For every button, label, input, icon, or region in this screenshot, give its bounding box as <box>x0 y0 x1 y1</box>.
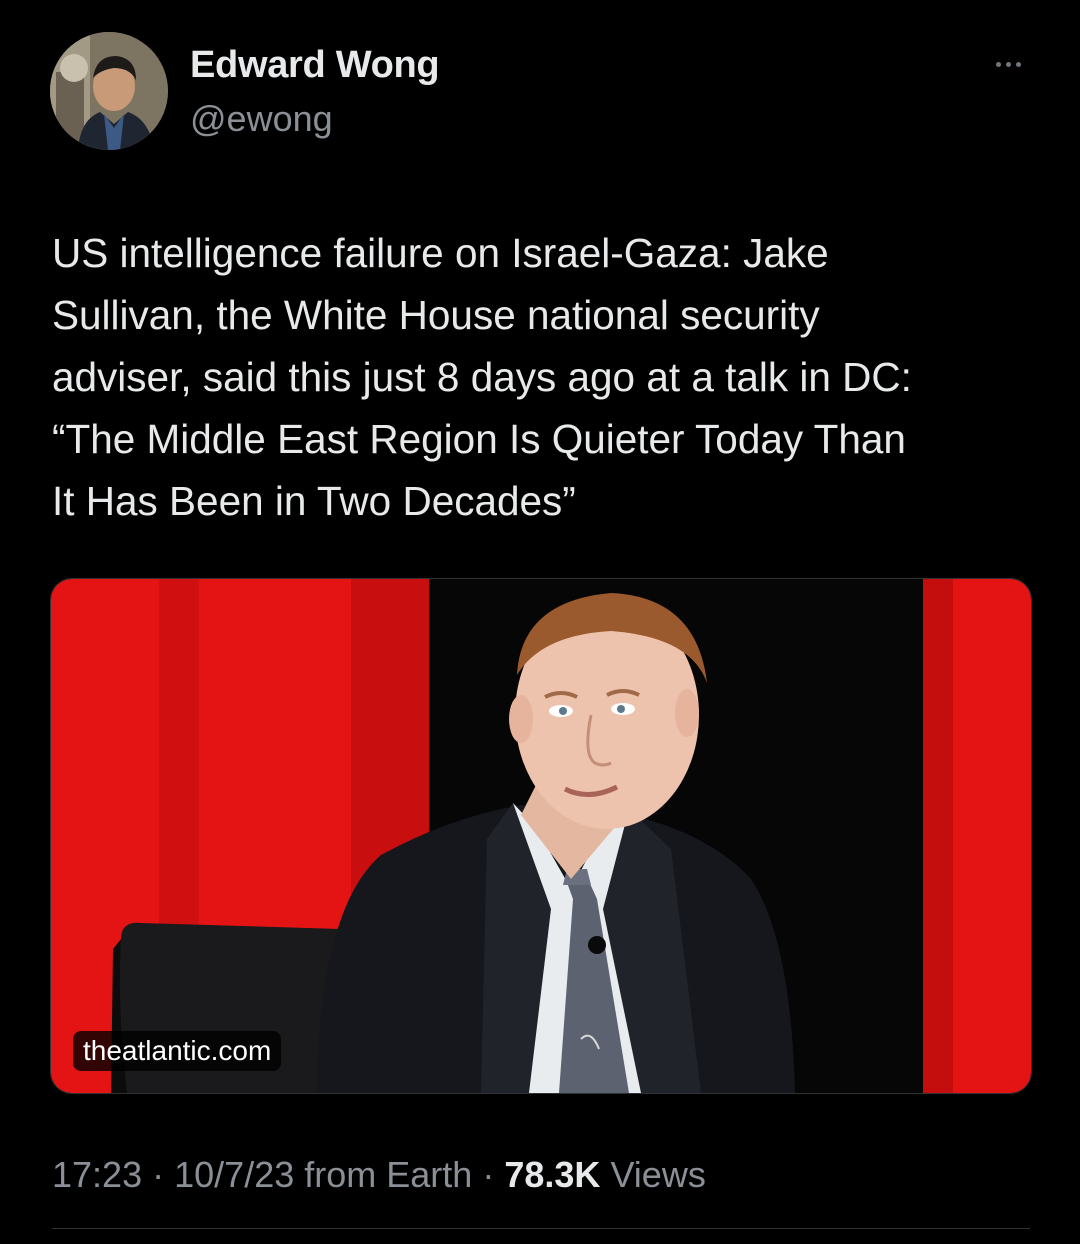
tweet-text: US intelligence failure on Israel-Gaza: … <box>52 230 912 524</box>
more-horizontal-icon[interactable] <box>988 52 1028 76</box>
tweet-meta: 17:23 · 10/7/23 from Earth · 78.3K Views <box>52 1154 706 1196</box>
divider <box>52 1228 1030 1229</box>
tweet-source: from Earth <box>304 1154 473 1195</box>
meta-separator: · <box>152 1154 165 1195</box>
media-photo <box>51 579 1031 1093</box>
author-display-name[interactable]: Edward Wong <box>190 44 440 87</box>
tweet-time[interactable]: 17:23 <box>52 1154 142 1195</box>
more-dot <box>1015 61 1021 67</box>
author-avatar[interactable] <box>50 32 168 150</box>
more-dot <box>1005 61 1011 67</box>
views-count[interactable]: 78.3K <box>504 1154 600 1195</box>
author-handle[interactable]: @ewong <box>190 98 333 140</box>
media-domain-badge: theatlantic.com <box>73 1031 282 1071</box>
avatar-image <box>50 32 168 150</box>
tweet-date[interactable]: 10/7/23 <box>174 1154 294 1195</box>
tweet: Edward Wong @ewong US intelligence failu… <box>0 0 1080 1244</box>
more-dot <box>995 61 1001 67</box>
views-label[interactable]: Views <box>610 1154 705 1195</box>
meta-separator: · <box>482 1154 495 1195</box>
media-card[interactable]: theatlantic.com <box>50 578 1032 1094</box>
